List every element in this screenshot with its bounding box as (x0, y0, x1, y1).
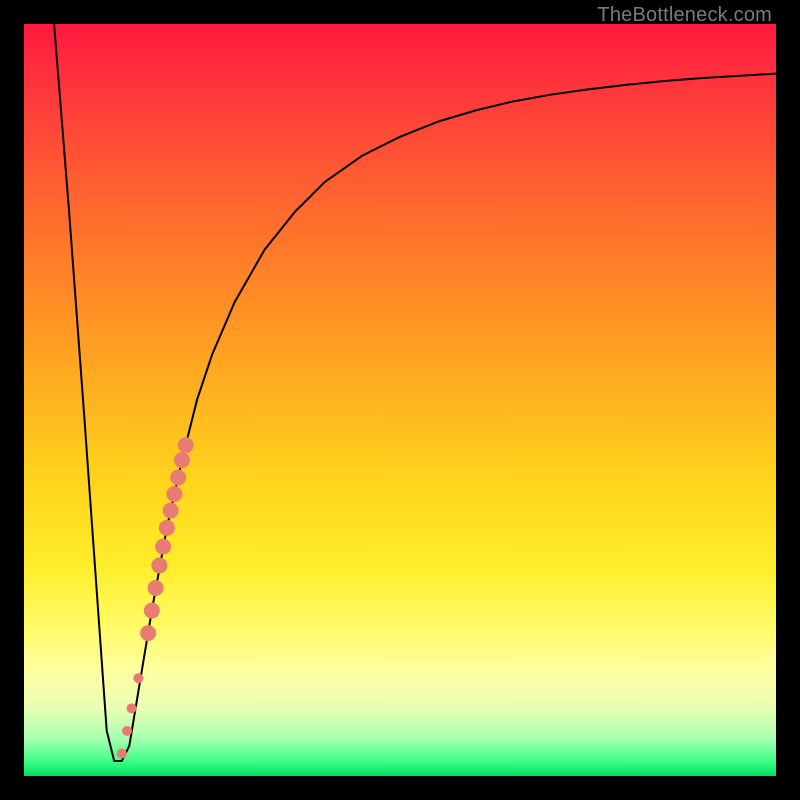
highlight-markers (117, 437, 194, 758)
highlight-marker (166, 486, 182, 502)
highlight-marker (170, 469, 186, 485)
highlight-marker (122, 726, 132, 736)
highlight-marker (155, 539, 171, 555)
chart-overlay (24, 24, 776, 776)
chart-frame: TheBottleneck.com (0, 0, 800, 800)
highlight-marker (148, 580, 164, 596)
highlight-marker (133, 673, 143, 683)
highlight-marker (117, 748, 127, 758)
highlight-marker (127, 703, 137, 713)
highlight-marker (140, 625, 156, 641)
highlight-marker (159, 520, 175, 536)
highlight-marker (163, 503, 179, 519)
chart-plot-area (24, 24, 776, 776)
bottleneck-curve-line (54, 24, 776, 761)
highlight-marker (144, 603, 160, 619)
highlight-marker (151, 557, 167, 573)
highlight-marker (178, 437, 194, 453)
highlight-marker (174, 452, 190, 468)
